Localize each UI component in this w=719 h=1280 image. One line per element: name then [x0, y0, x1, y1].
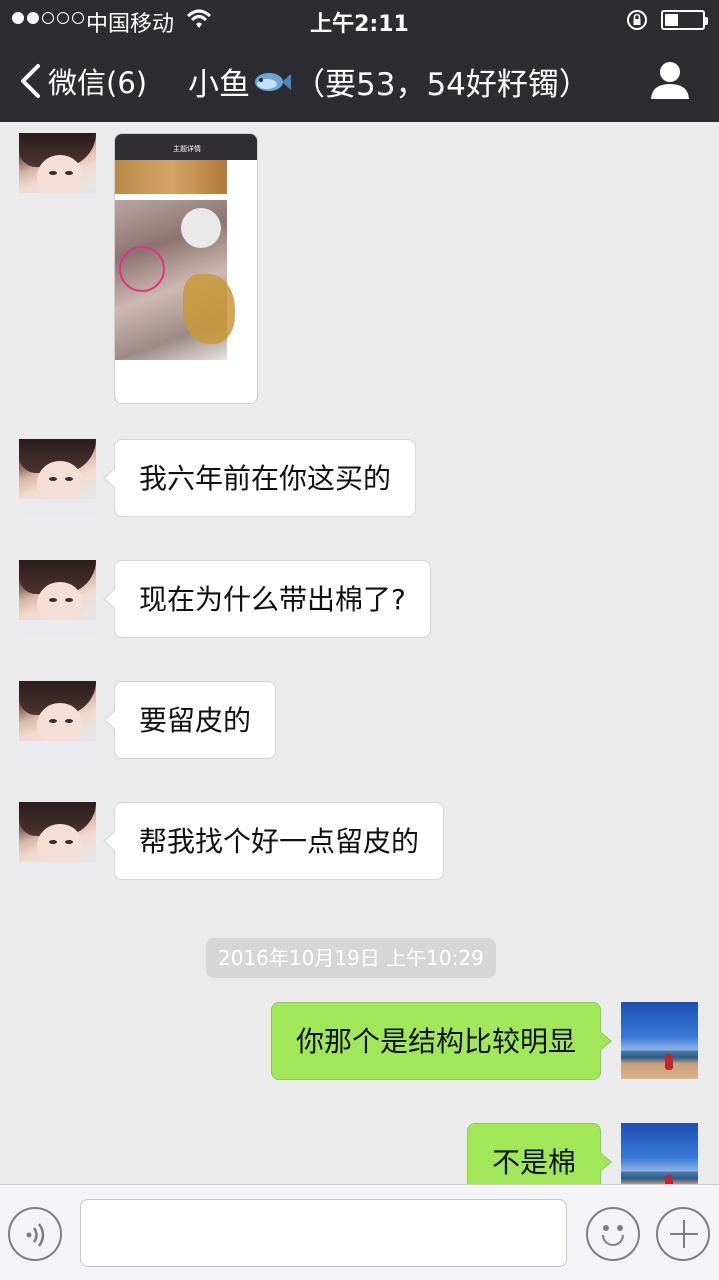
contact-avatar[interactable]	[19, 560, 96, 637]
incoming-message[interactable]: 要留皮的	[102, 681, 277, 759]
voice-icon	[26, 1223, 45, 1247]
contact-avatar[interactable]	[19, 133, 96, 210]
nav-bar: 微信(6) 小鱼 （要53，54好籽镯）	[0, 40, 719, 122]
shared-screenshot-image[interactable]: 主题详情	[114, 133, 258, 404]
battery-icon	[661, 10, 708, 30]
message-timestamp: 2016年10月19日 上午10:29	[206, 938, 496, 978]
my-avatar[interactable]	[621, 1002, 698, 1079]
incoming-message[interactable]: 现在为什么带出棉了?	[103, 560, 431, 638]
my-avatar[interactable]	[621, 1123, 698, 1184]
back-button[interactable]: 微信(6)	[18, 60, 147, 102]
shared-image-title: 主题详情	[173, 145, 201, 153]
chat-area[interactable]: 主题详情 我六年前在你这买的 现在为什么带出棉了? 要留皮的 帮我找个好一点留皮…	[0, 122, 719, 1184]
outgoing-message[interactable]: 你那个是结构比较明显	[270, 1002, 613, 1080]
input-bar	[0, 1184, 719, 1280]
chevron-left-icon	[21, 64, 40, 98]
fish-emoji-icon	[255, 72, 291, 91]
incoming-message[interactable]: 我六年前在你这买的	[102, 439, 417, 517]
contact-avatar[interactable]	[19, 802, 96, 879]
status-time: 上午2:11	[310, 12, 409, 37]
incoming-message[interactable]: 帮我找个好一点留皮的	[102, 802, 445, 880]
message-input[interactable]	[80, 1199, 567, 1267]
status-bar: 中国移动 上午2:11	[0, 0, 719, 40]
chat-title-note: （要53，54好籽镯）	[294, 67, 590, 103]
chat-title: 小鱼 （要53，54好籽镯）	[188, 59, 590, 104]
emoji-button[interactable]	[586, 1207, 640, 1261]
top-bar: 中国移动 上午2:11 微信(6) 小鱼 （要53，54好籽镯）	[0, 0, 719, 122]
chat-title-name: 小鱼	[188, 67, 250, 103]
outgoing-message[interactable]: 不是棉	[466, 1123, 613, 1184]
plus-button[interactable]	[656, 1207, 710, 1261]
back-label: 微信(6)	[48, 66, 148, 100]
voice-button[interactable]	[8, 1207, 62, 1261]
person-icon[interactable]	[648, 60, 692, 100]
orientation-lock-icon	[627, 10, 647, 30]
battery-level	[665, 14, 678, 26]
contact-avatar[interactable]	[19, 681, 96, 758]
contact-avatar[interactable]	[19, 439, 96, 516]
